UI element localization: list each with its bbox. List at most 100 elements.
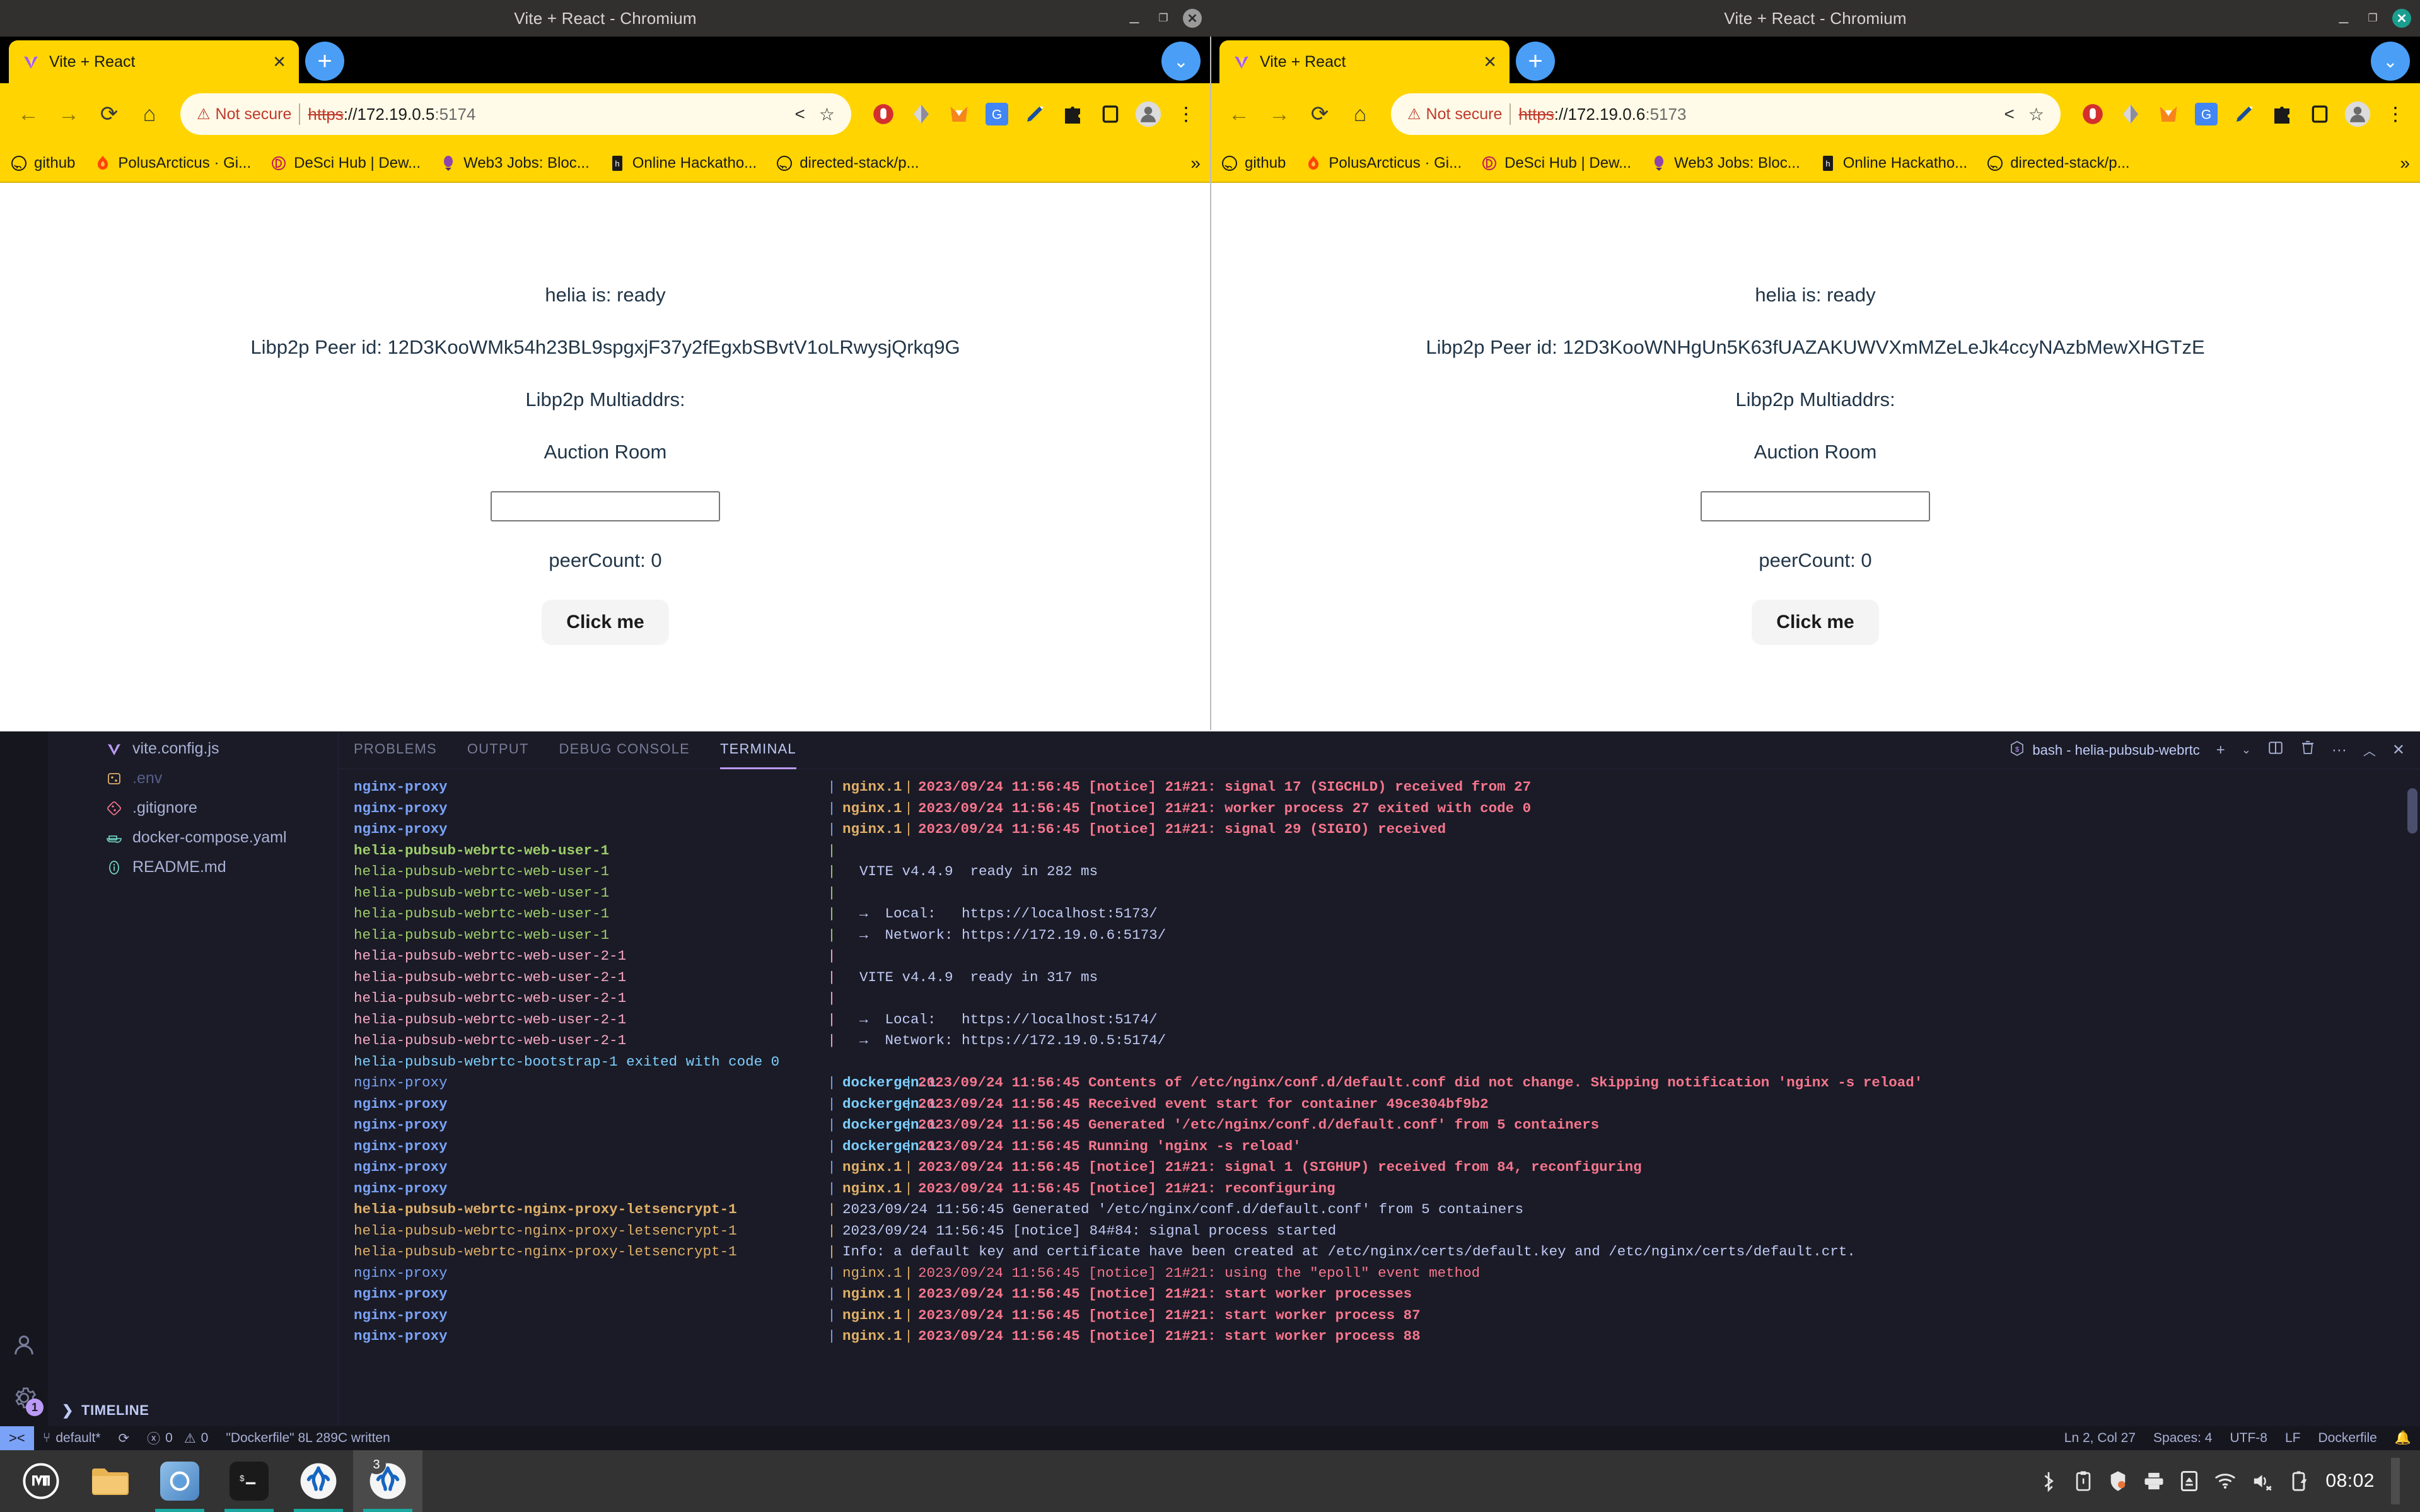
forward-icon[interactable]: → — [1261, 96, 1298, 132]
account-icon[interactable] — [8, 1329, 40, 1361]
battery-charging-icon[interactable] — [2290, 1470, 2309, 1492]
close-icon[interactable]: ✕ — [2392, 9, 2411, 28]
puzzle-extension-icon[interactable] — [1058, 100, 1087, 129]
tab-terminal[interactable]: TERMINAL — [720, 731, 796, 769]
google-translate-icon[interactable]: G — [982, 100, 1011, 129]
browser-menu-icon[interactable]: ⋮ — [1172, 100, 1201, 129]
tab-problems[interactable]: PROBLEMS — [354, 731, 437, 769]
ublock-icon[interactable] — [2078, 100, 2107, 129]
terminal-scrollbar[interactable] — [2407, 788, 2417, 834]
bookmark-item[interactable]: Web3 Jobs: Bloc... — [439, 154, 590, 172]
clipboard-icon[interactable] — [2074, 1470, 2092, 1492]
minimize-icon[interactable]: _ — [2334, 6, 2353, 28]
git-branch-indicator[interactable]: ⑂ default* — [34, 1431, 110, 1446]
split-terminal-icon[interactable] — [2267, 740, 2284, 760]
taskbar-vscode-app[interactable] — [284, 1450, 353, 1512]
browser-tab[interactable]: Vite + React ✕ — [9, 40, 299, 83]
new-tab-button[interactable]: + — [305, 42, 344, 81]
forward-icon[interactable]: → — [50, 96, 87, 132]
puzzle-extension-icon[interactable] — [2267, 100, 2296, 129]
bookmarks-overflow-icon[interactable]: » — [2400, 153, 2410, 173]
shield-icon[interactable] — [2109, 1470, 2127, 1492]
close-panel-icon[interactable]: ✕ — [2392, 741, 2405, 759]
remote-indicator-icon[interactable]: >< — [0, 1426, 34, 1450]
pen-tool-icon[interactable] — [2230, 100, 2259, 129]
profile-avatar[interactable] — [2343, 100, 2372, 129]
chevron-down-icon[interactable]: ⌄ — [1161, 42, 1201, 81]
indentation-setting[interactable]: Spaces: 4 — [2144, 1431, 2221, 1446]
google-translate-icon[interactable]: G — [2192, 100, 2221, 129]
maximize-panel-icon[interactable]: ︿ — [2363, 741, 2376, 759]
maximize-icon[interactable]: ❐ — [2363, 9, 2382, 28]
tab-close-icon[interactable]: ✕ — [272, 52, 286, 72]
taskbar-chromium-app[interactable] — [145, 1450, 214, 1512]
terminal-output[interactable]: nginx-proxy | nginx.1 | 2023/09/24 11:56:45 … — [339, 769, 2420, 1426]
bookmark-item[interactable]: github — [1221, 154, 1286, 172]
sidepanel-icon[interactable] — [2305, 100, 2334, 129]
taskbar-clock[interactable]: 08:02 — [2325, 1470, 2375, 1492]
bookmark-item[interactable]: DeSci Hub | Dew... — [1481, 154, 1631, 172]
minimize-icon[interactable]: _ — [1125, 6, 1144, 28]
printer-icon[interactable] — [2144, 1472, 2164, 1491]
not-secure-badge[interactable]: ⚠ Not secure — [197, 105, 291, 124]
tab-close-icon[interactable]: ✕ — [1483, 52, 1497, 72]
bookmark-item[interactable]: directed-stack/p... — [776, 154, 919, 172]
file-tree-item-gitignore[interactable]: .gitignore — [48, 793, 338, 823]
auction-room-input[interactable] — [1701, 491, 1930, 521]
reload-icon[interactable]: ⟳ — [91, 96, 127, 132]
bookmark-item[interactable]: Web3 Jobs: Bloc... — [1650, 154, 1800, 172]
browser-tab[interactable]: Vite + React ✕ — [1219, 40, 1510, 83]
fox-wallet-icon[interactable] — [2154, 100, 2183, 129]
file-tree-item-readme[interactable]: README.md — [48, 852, 338, 882]
taskbar-menu-button[interactable] — [6, 1450, 76, 1512]
tab-debug-console[interactable]: DEBUG CONSOLE — [559, 731, 690, 769]
bookmark-item[interactable]: DeSci Hub | Dew... — [270, 154, 421, 172]
taskbar-terminal-app[interactable]: $ — [214, 1450, 284, 1512]
bookmark-item[interactable]: PolusArcticus · Gi... — [94, 154, 251, 172]
ublock-icon[interactable] — [869, 100, 898, 129]
bluetooth-icon[interactable] — [2039, 1470, 2058, 1492]
auction-room-input[interactable] — [491, 491, 720, 521]
profile-avatar[interactable] — [1134, 100, 1163, 129]
taskbar-files-app[interactable] — [76, 1450, 145, 1512]
problems-indicator[interactable]: ⓧ 0 ⚠ 0 — [138, 1429, 217, 1448]
taskbar-vscode-app-2[interactable]: 3 — [353, 1450, 422, 1512]
notifications-bell-icon[interactable]: 🔔 — [2386, 1431, 2420, 1446]
pen-tool-icon[interactable] — [1020, 100, 1049, 129]
eol-setting[interactable]: LF — [2276, 1431, 2310, 1446]
chevron-down-icon[interactable]: ⌄ — [2371, 42, 2410, 81]
encoding-setting[interactable]: UTF-8 — [2221, 1431, 2276, 1446]
bookmark-star-icon[interactable]: ☆ — [2028, 104, 2044, 125]
fox-wallet-icon[interactable] — [945, 100, 974, 129]
new-tab-button[interactable]: + — [1516, 42, 1555, 81]
wifi-icon[interactable] — [2214, 1472, 2236, 1490]
reload-icon[interactable]: ⟳ — [1301, 96, 1338, 132]
show-desktop-button[interactable] — [2391, 1458, 2400, 1504]
bookmark-item[interactable]: h Online Hackatho... — [608, 154, 757, 172]
terminal-instance[interactable]: $ bash - helia-pubsub-webrtc — [2010, 740, 2200, 760]
file-tree-item-vite-config[interactable]: vite.config.js — [48, 734, 338, 764]
bookmark-star-icon[interactable]: ☆ — [819, 104, 835, 125]
click-me-button[interactable]: Click me — [1752, 600, 1879, 645]
more-actions-icon[interactable]: ··· — [2332, 741, 2347, 759]
maximize-icon[interactable]: ❐ — [1154, 9, 1173, 28]
bookmark-item[interactable]: h Online Hackatho... — [1819, 154, 1967, 172]
share-icon[interactable]: < — [795, 104, 805, 124]
volume-muted-icon[interactable] — [2252, 1472, 2274, 1491]
bookmark-item[interactable]: directed-stack/p... — [1986, 154, 2130, 172]
add-terminal-icon[interactable]: + — [2216, 741, 2225, 759]
share-icon[interactable]: < — [2004, 104, 2015, 124]
click-me-button[interactable]: Click me — [542, 600, 669, 645]
file-tree-item-env[interactable]: .env — [48, 764, 338, 793]
not-secure-badge[interactable]: ⚠ Not secure — [1407, 105, 1502, 124]
eject-icon[interactable] — [2180, 1471, 2198, 1491]
language-mode[interactable]: Dockerfile — [2309, 1431, 2385, 1446]
settings-gear-icon[interactable]: 1 — [8, 1382, 44, 1416]
back-icon[interactable]: ← — [10, 96, 47, 132]
address-bar[interactable]: ⚠ Not secure https://172.19.0.6:5173 < ☆ — [1391, 93, 2061, 135]
bookmarks-overflow-icon[interactable]: » — [1190, 153, 1201, 173]
tab-output[interactable]: OUTPUT — [467, 731, 529, 769]
chevron-down-icon[interactable]: ⌄ — [2242, 743, 2251, 757]
browser-menu-icon[interactable]: ⋮ — [2381, 100, 2410, 129]
address-bar[interactable]: ⚠ Not secure https://172.19.0.5:5174 < ☆ — [180, 93, 851, 135]
